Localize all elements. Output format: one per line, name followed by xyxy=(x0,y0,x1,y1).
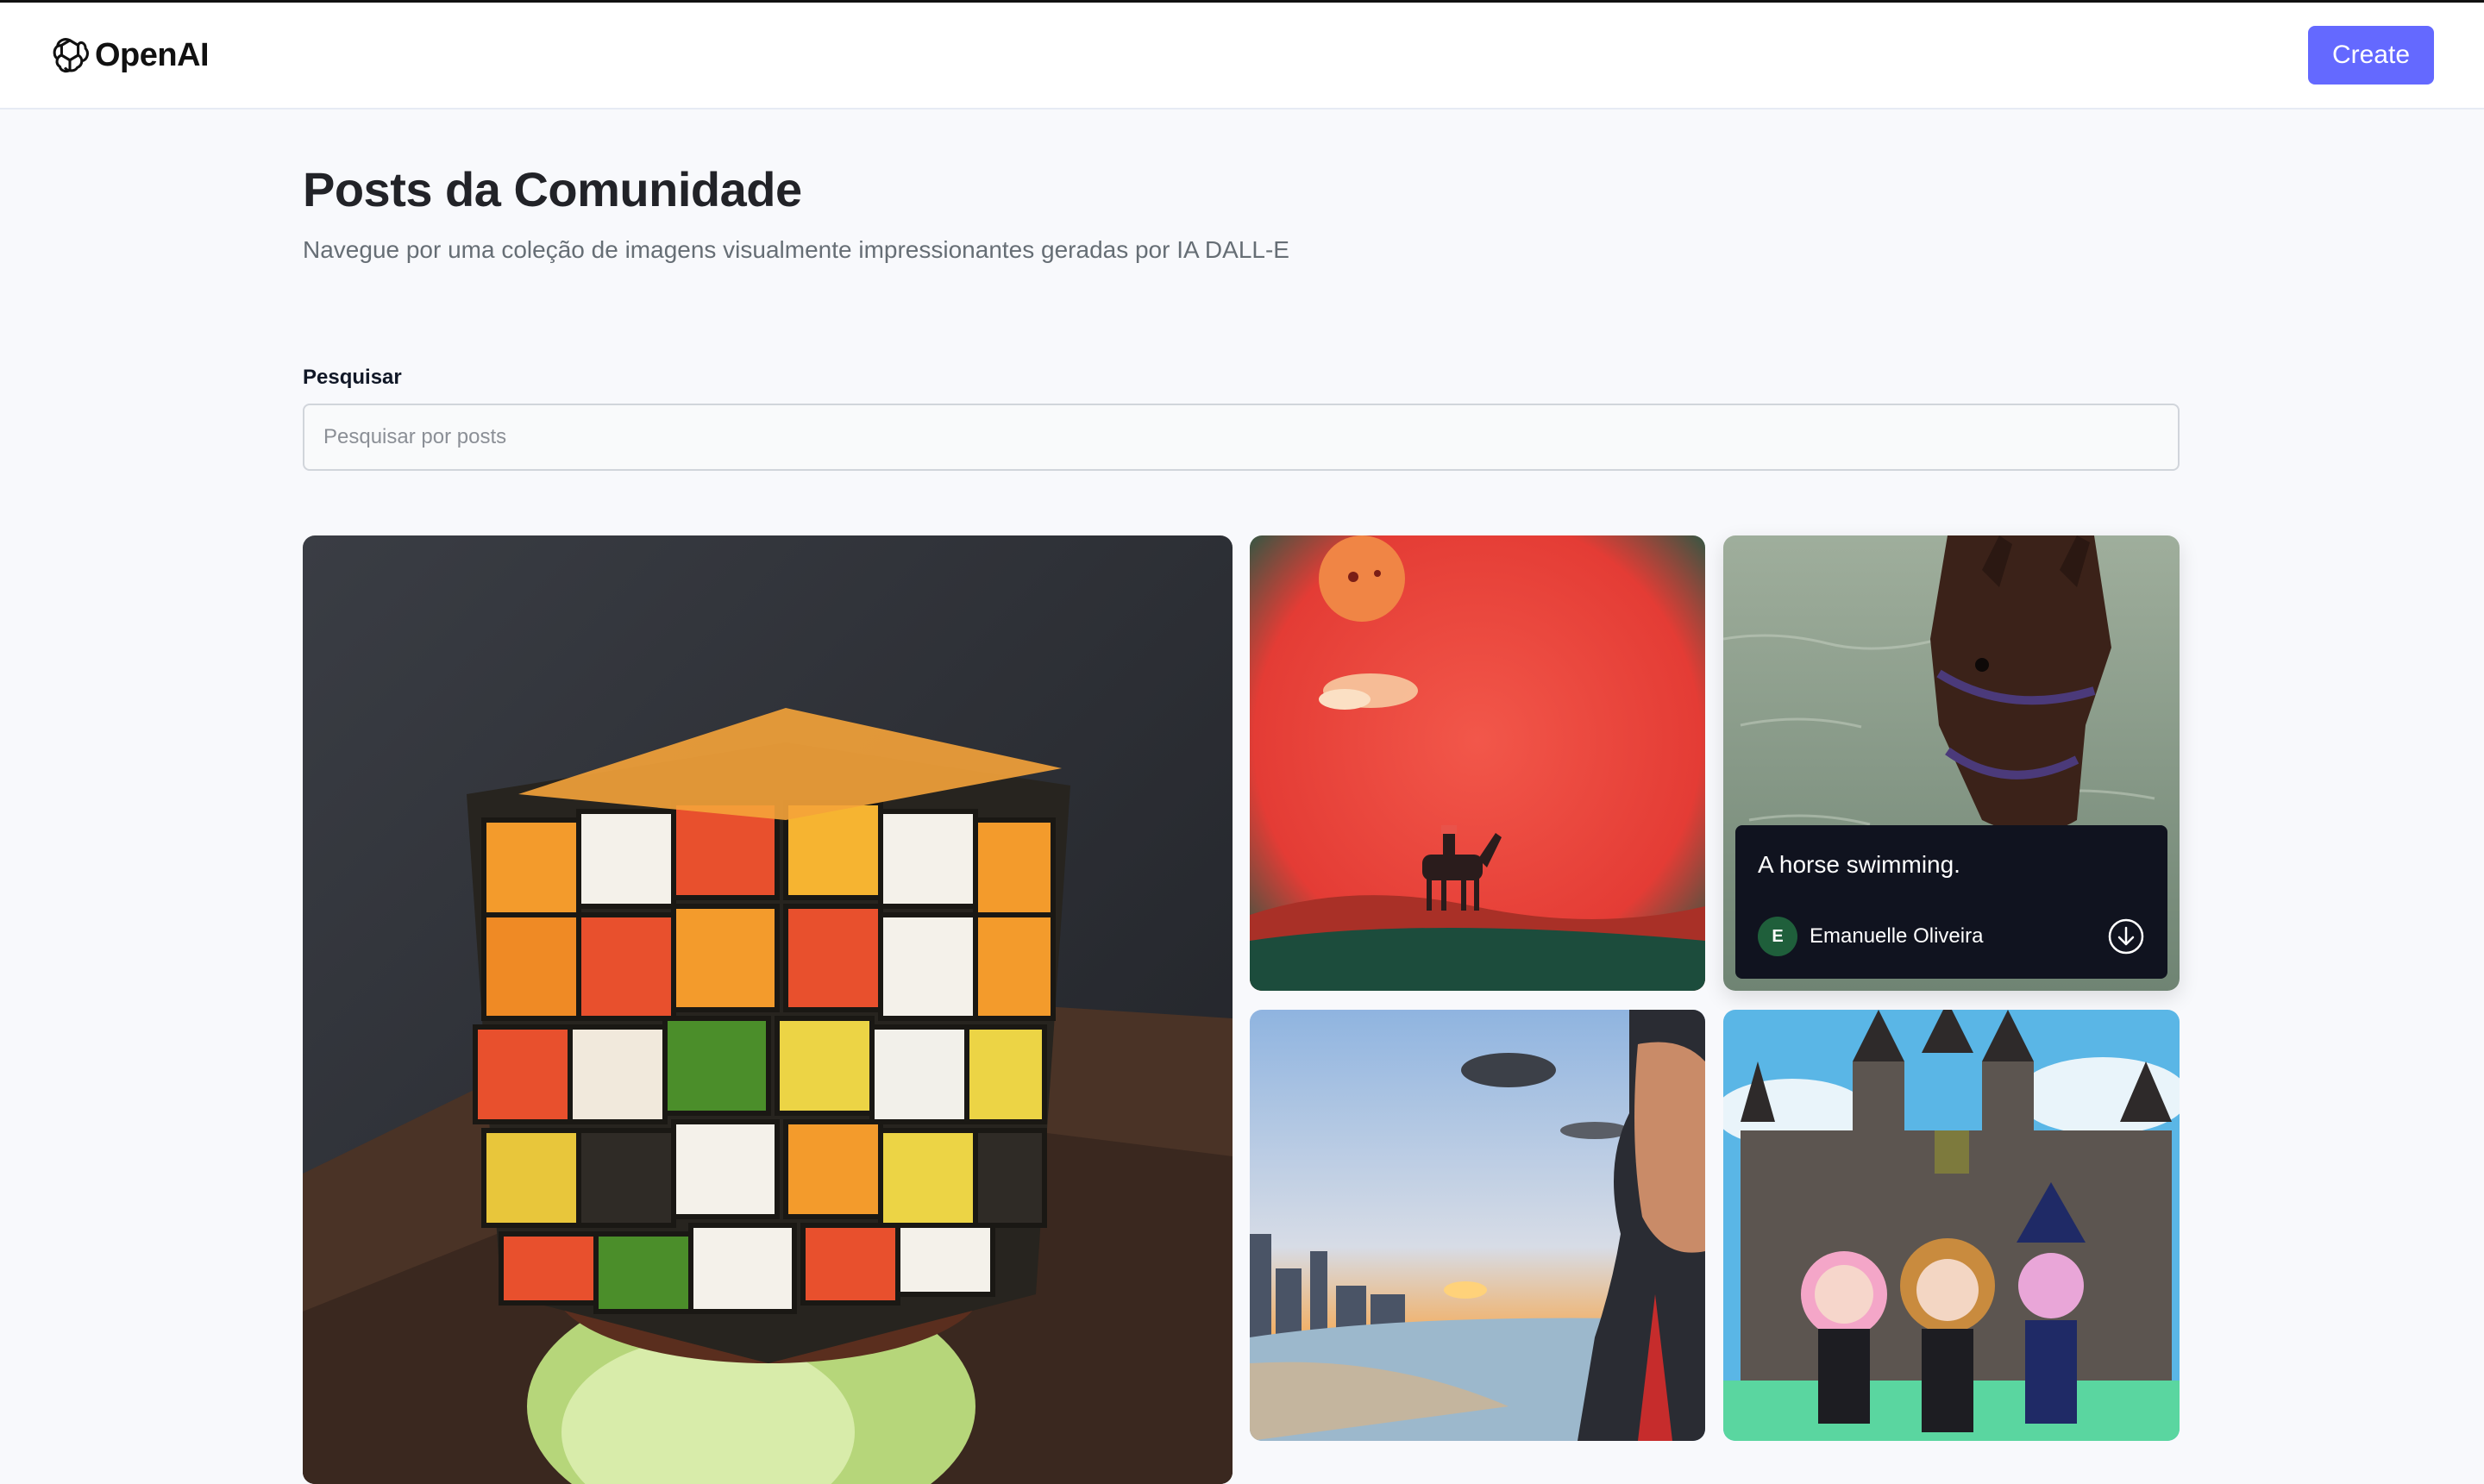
app-header: OpenAI Create xyxy=(0,3,2484,110)
search-input[interactable] xyxy=(303,404,2180,471)
post-author: E Emanuelle Oliveira xyxy=(1758,917,1983,956)
logo[interactable]: OpenAI xyxy=(50,35,210,75)
post-card[interactable] xyxy=(1250,1010,1705,1441)
avatar: E xyxy=(1758,917,1797,956)
post-card[interactable] xyxy=(1723,1010,2180,1441)
post-image xyxy=(1250,535,1705,991)
page-subtitle: Navegue por uma coleção de imagens visua… xyxy=(303,236,1289,263)
post-card[interactable]: A horse swimming. E Emanuelle Oliveira xyxy=(1723,535,2180,991)
post-image xyxy=(1723,1010,2180,1441)
page-title: Posts da Comunidade xyxy=(303,162,802,216)
logo-text: OpenAI xyxy=(95,36,210,73)
post-image xyxy=(1250,1010,1705,1441)
create-button[interactable]: Create xyxy=(2308,26,2434,85)
download-icon[interactable] xyxy=(2107,917,2145,955)
main-content: Posts da Comunidade Navegue por uma cole… xyxy=(303,110,2180,1484)
post-image xyxy=(303,535,1233,1484)
post-card[interactable] xyxy=(1250,535,1705,991)
posts-grid: A horse swimming. E Emanuelle Oliveira xyxy=(303,535,2180,1484)
openai-logo-icon xyxy=(53,38,89,73)
post-prompt: A horse swimming. xyxy=(1758,851,1960,878)
post-card[interactable] xyxy=(303,535,1233,1484)
author-name: Emanuelle Oliveira xyxy=(1810,924,1984,948)
post-overlay: A horse swimming. E Emanuelle Oliveira xyxy=(1735,825,2167,979)
search-label: Pesquisar xyxy=(303,366,402,389)
post-footer: E Emanuelle Oliveira xyxy=(1758,917,2145,956)
